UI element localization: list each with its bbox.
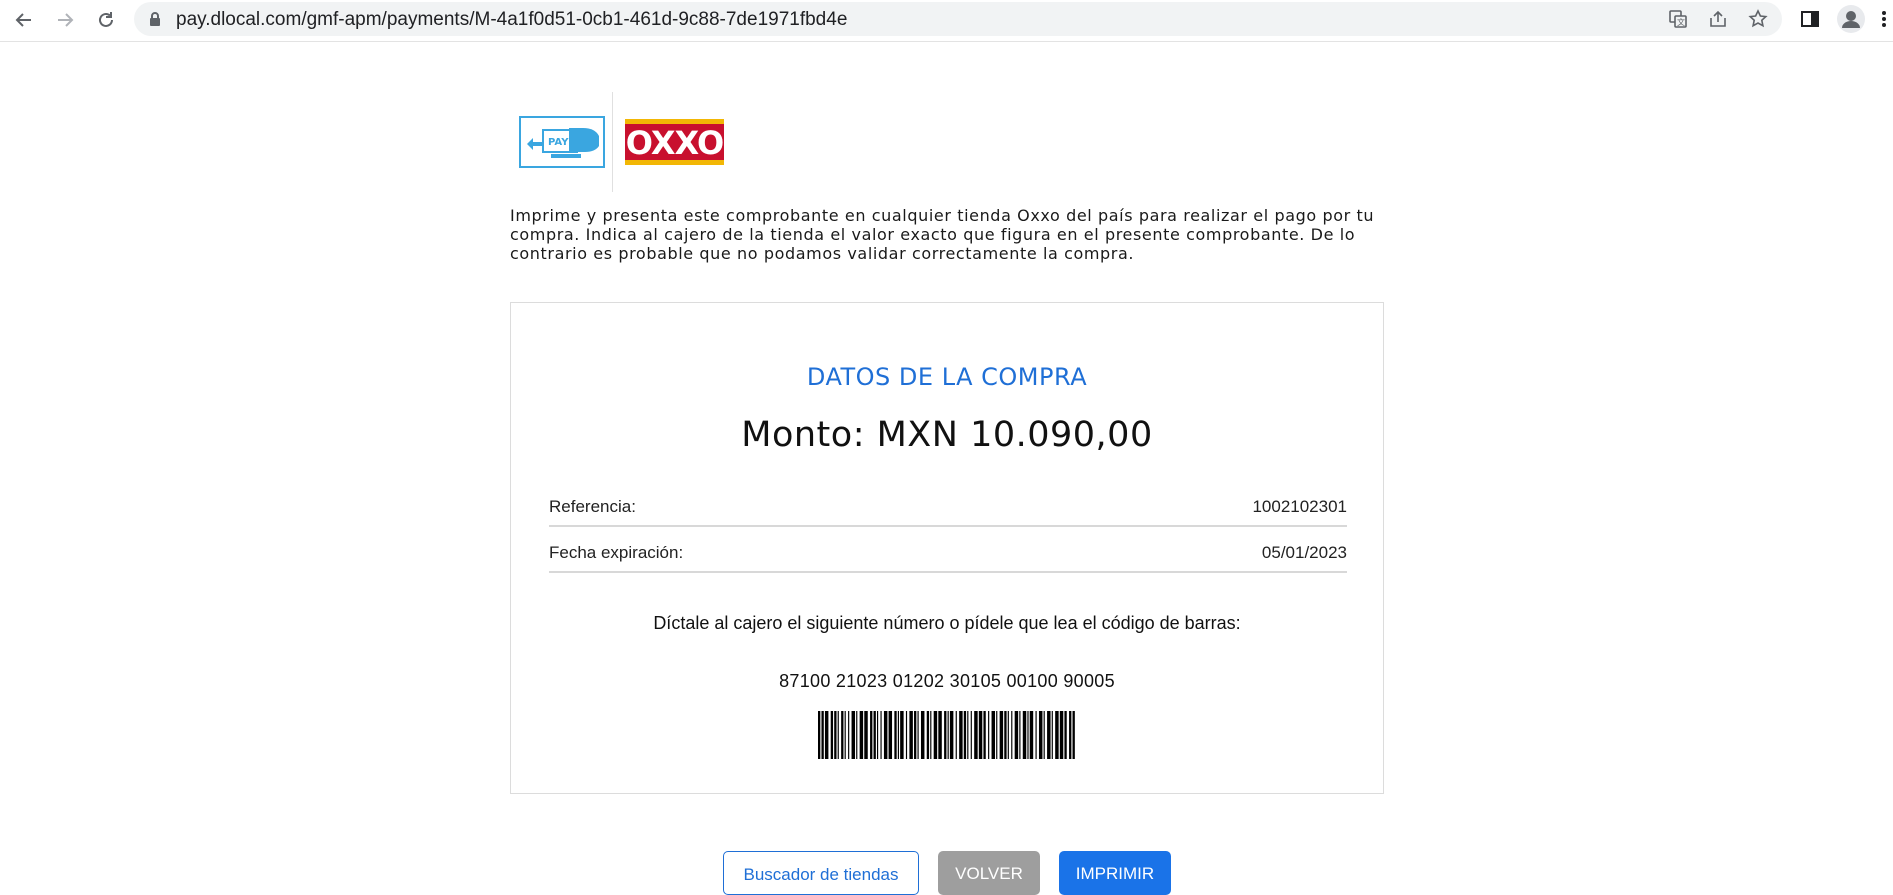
expiry-value: 05/01/2023 [1261, 543, 1347, 562]
expiry-label: Fecha expiración: [549, 543, 684, 562]
barcode-bar [897, 711, 899, 759]
barcode-bar [848, 711, 850, 759]
barcode-bar [859, 711, 864, 759]
barcode-bar [834, 711, 837, 759]
kebab-menu-icon[interactable] [1880, 9, 1888, 34]
barcode-image [818, 711, 1075, 759]
barcode-bar [888, 711, 893, 759]
barcode-bar [1027, 711, 1029, 759]
barcode-number: 87100 21023 01202 30105 00100 90005 [779, 671, 1115, 691]
barcode-bar [974, 711, 978, 759]
barcode-bar [818, 711, 821, 759]
barcode-bar [963, 711, 967, 759]
purchase-card: DATOS DE LA COMPRA Monto: MXN 10.090,00 … [510, 302, 1384, 794]
barcode-bar [856, 711, 858, 759]
barcode-bar [824, 711, 829, 759]
back-button[interactable]: VOLVER [938, 851, 1040, 895]
barcode-bar [967, 711, 969, 759]
amount-text: Monto: MXN 10.090,00 [741, 415, 1153, 455]
barcode-bar [1035, 711, 1037, 759]
barcode-bar [991, 711, 996, 759]
barcode-bar [873, 711, 876, 759]
barcode-bar [1072, 711, 1075, 759]
barcode-bar [1007, 711, 1009, 759]
barcode-bar [844, 711, 846, 759]
barcode-bar [978, 711, 983, 759]
barcode-bar [996, 711, 998, 759]
barcode-bar [1055, 711, 1059, 759]
barcode-bar [1051, 711, 1053, 759]
svg-text:文: 文 [1677, 17, 1685, 27]
barcode-bar [905, 711, 908, 759]
barcode-bar [944, 711, 947, 759]
translate-icon[interactable]: 文 [1668, 9, 1688, 29]
profile-icon[interactable] [1837, 5, 1865, 38]
barcode-bar [988, 711, 990, 759]
url-text[interactable]: pay.dlocal.com/gmf-apm/payments/M-4a1f0d… [176, 9, 847, 31]
barcode-bar [837, 711, 839, 759]
lock-icon[interactable] [148, 11, 162, 32]
barcode-bar [821, 711, 824, 759]
print-button[interactable]: IMPRIMIR [1059, 851, 1171, 895]
sidepanel-icon[interactable] [1800, 9, 1820, 34]
barcode-bar [1022, 711, 1027, 759]
oxxo-logo: OXXO [625, 119, 724, 165]
store-finder-button[interactable]: Buscador de tiendas [723, 851, 919, 895]
barcode-bar [947, 711, 949, 759]
barcode-bar [1047, 711, 1051, 759]
barcode-bar [917, 711, 919, 759]
barcode-bar [1019, 711, 1021, 759]
barcode-bar [841, 711, 844, 759]
barcode-bar [1064, 711, 1067, 759]
browser-toolbar: pay.dlocal.com/gmf-apm/payments/M-4a1f0d… [0, 0, 1893, 42]
barcode-bar [999, 711, 1004, 759]
barcode-bar [933, 711, 938, 759]
reload-icon[interactable] [92, 6, 120, 34]
barcode-bar [983, 711, 986, 759]
barcode-bar [877, 711, 879, 759]
barcode-bar [955, 711, 957, 759]
barcode-bar [926, 711, 930, 759]
barcode-bar [894, 711, 897, 759]
barcode-bar [1043, 711, 1045, 759]
barcode-bar [1011, 711, 1013, 759]
share-icon[interactable] [1708, 9, 1728, 29]
star-icon[interactable] [1748, 9, 1768, 29]
pay-cash-logo: PAY [519, 116, 605, 168]
barcode-bar [1059, 711, 1064, 759]
barcode-bar [1014, 711, 1019, 759]
barcode-bar [949, 711, 954, 759]
oxxo-logo-text: OXXO [626, 124, 723, 162]
barcode-bar [1029, 711, 1034, 759]
barcode-bar [880, 711, 882, 759]
barcode-bar [864, 711, 868, 759]
forward-arrow-icon[interactable] [51, 6, 79, 34]
barcode-bar [938, 711, 942, 759]
barcode-bar [1069, 711, 1072, 759]
back-arrow-icon[interactable] [10, 6, 38, 34]
cashier-instruction: Díctale al cajero el siguiente número o … [653, 613, 1241, 633]
barcode-bar [870, 711, 873, 759]
reference-value: 1002102301 [1252, 497, 1347, 516]
barcode-bar [1004, 711, 1007, 759]
barcode-bar [830, 711, 834, 759]
barcode-bar [930, 711, 932, 759]
barcode-bar [883, 711, 888, 759]
logo-divider [612, 92, 613, 192]
address-bar[interactable]: pay.dlocal.com/gmf-apm/payments/M-4a1f0d… [134, 2, 1782, 36]
barcode-bar [959, 711, 963, 759]
barcode-bar [900, 711, 904, 759]
barcode-bar [909, 711, 913, 759]
barcode-bar [914, 711, 917, 759]
barcode-bar [970, 711, 972, 759]
reference-label: Referencia: [549, 497, 636, 516]
barcode-bar [1038, 711, 1043, 759]
card-title: DATOS DE LA COMPRA [806, 363, 1088, 391]
barcode-bar [920, 711, 925, 759]
barcode-bar [851, 711, 856, 759]
reference-row: Referencia: 1002102301 [549, 481, 1347, 527]
expiry-row: Fecha expiración: 05/01/2023 [549, 527, 1347, 573]
pay-logo-text: PAY [548, 137, 569, 148]
intro-text: Imprime y presenta este comprobante en c… [510, 206, 1375, 263]
